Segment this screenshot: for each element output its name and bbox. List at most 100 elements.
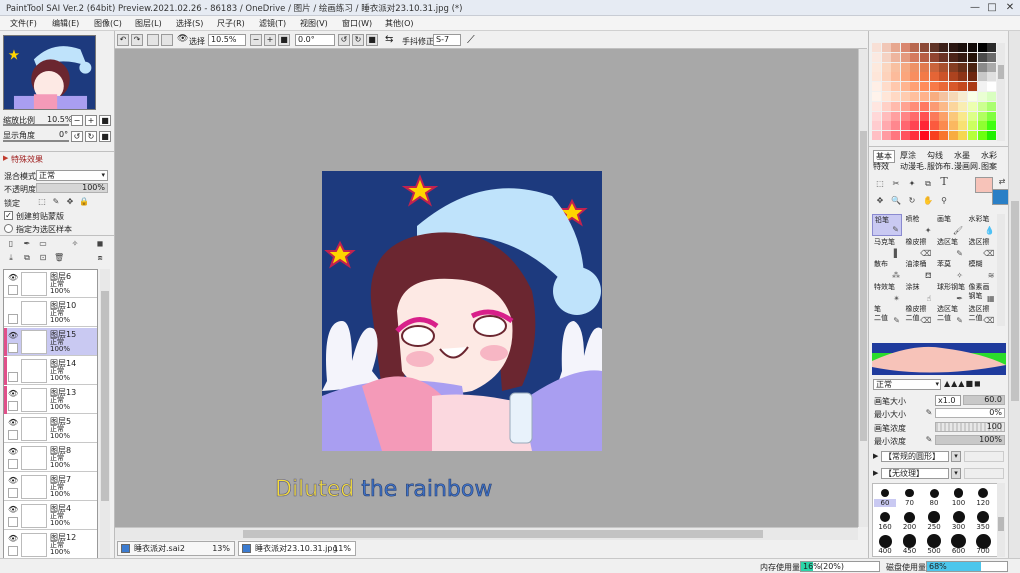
- zoom-reset-button[interactable]: ■: [99, 115, 111, 126]
- toolbar-rotate-right[interactable]: ↻: [352, 34, 364, 46]
- color-swatch[interactable]: [939, 101, 949, 111]
- effects-header[interactable]: 特殊效果: [11, 154, 43, 165]
- brush-tool[interactable]: 橡皮擦 二值 ⌫: [904, 304, 934, 326]
- brush-size-scrollbar[interactable]: [997, 483, 1005, 557]
- chevron-down-icon[interactable]: ▾: [951, 468, 961, 479]
- color-swatch[interactable]: [987, 82, 997, 92]
- brush-tool[interactable]: 铅笔 ✎: [872, 214, 902, 236]
- color-swatch[interactable]: [920, 82, 929, 92]
- layer-row[interactable]: 👁 图层4 正常 100%: [4, 502, 97, 530]
- color-swatch[interactable]: [939, 92, 949, 101]
- tool-tab[interactable]: 特效: [873, 161, 899, 172]
- menu-layer[interactable]: 图层(L): [135, 18, 162, 29]
- brush-size-scroll-thumb[interactable]: [998, 517, 1004, 531]
- menu-view[interactable]: 视图(V): [300, 18, 328, 29]
- brush-size-dot[interactable]: [978, 488, 988, 498]
- color-swatch[interactable]: [891, 111, 901, 121]
- eye-icon[interactable]: 👁: [8, 273, 18, 283]
- eye-icon[interactable]: 👁: [8, 331, 18, 341]
- expand-arrow-icon[interactable]: ▶: [873, 452, 878, 460]
- toolbar-rotate-left[interactable]: ↺: [338, 34, 350, 46]
- eye-icon[interactable]: 👁: [8, 418, 18, 428]
- color-swatch[interactable]: [977, 62, 987, 72]
- tool-tab[interactable]: 勾线: [927, 150, 943, 161]
- color-swatch[interactable]: [948, 101, 958, 111]
- color-swatch[interactable]: [891, 72, 901, 82]
- color-swatch[interactable]: [977, 111, 987, 121]
- color-swatch[interactable]: [977, 101, 987, 111]
- color-swatch[interactable]: [968, 121, 977, 131]
- color-swatch[interactable]: [920, 121, 929, 131]
- rotate-slider[interactable]: [3, 140, 69, 142]
- text-tool-icon[interactable]: T: [939, 176, 949, 187]
- color-swatch[interactable]: [920, 43, 929, 52]
- color-swatch[interactable]: [891, 62, 901, 72]
- layer-scrollbar[interactable]: [100, 269, 110, 569]
- zoom-slider[interactable]: [3, 124, 69, 126]
- brush-size-slider[interactable]: 60.0: [963, 395, 1005, 405]
- color-swatch[interactable]: [987, 92, 997, 101]
- brush-tool[interactable]: 选区笔 二值 ✎: [935, 304, 965, 326]
- color-swatch[interactable]: [948, 121, 958, 131]
- color-swatch[interactable]: [958, 72, 968, 82]
- eye-icon[interactable]: 👁: [8, 476, 18, 486]
- color-swatch[interactable]: [881, 101, 891, 111]
- color-swatch[interactable]: [958, 111, 968, 121]
- color-swatch[interactable]: [929, 111, 939, 121]
- brush-texture-select[interactable]: 【无纹理】: [881, 468, 949, 479]
- layer-row[interactable]: 👁 图层13 正常 100%: [4, 386, 97, 414]
- color-swatch[interactable]: [891, 101, 901, 111]
- tool-tab[interactable]: 漫画网...: [954, 161, 980, 172]
- merge-down-icon[interactable]: ⤓: [6, 253, 16, 263]
- color-swatch[interactable]: [872, 82, 881, 92]
- brush-tool[interactable]: 选区笔 ✎: [935, 237, 965, 259]
- invert-selection-icon[interactable]: [161, 34, 173, 46]
- pressure-icon[interactable]: ✎: [924, 435, 934, 445]
- rotate-left-button[interactable]: ↺: [71, 131, 83, 142]
- navigator-thumbnail[interactable]: [3, 35, 96, 110]
- eye-icon[interactable]: 👁: [8, 534, 18, 544]
- lock-pixels-icon[interactable]: ⬚: [37, 197, 47, 207]
- toolbar-zoom-reset[interactable]: ■: [278, 34, 290, 46]
- color-swatch[interactable]: [872, 131, 881, 141]
- color-swatch[interactable]: [939, 62, 949, 72]
- color-swatch[interactable]: [891, 131, 901, 141]
- color-swatch[interactable]: [900, 92, 910, 101]
- color-swatch[interactable]: [920, 92, 929, 101]
- color-swatch[interactable]: [910, 111, 920, 121]
- eye-icon[interactable]: 👁: [8, 389, 18, 399]
- tool-grid-scrollbar[interactable]: [997, 214, 1005, 326]
- menu-filter[interactable]: 滤镜(T): [259, 18, 286, 29]
- color-swatch[interactable]: [920, 101, 929, 111]
- selection-source-radio[interactable]: [4, 224, 13, 233]
- color-swatch[interactable]: [920, 72, 929, 82]
- color-swatch[interactable]: [891, 92, 901, 101]
- brush-tool[interactable]: 画笔 🖌: [935, 214, 965, 236]
- color-swatch[interactable]: [881, 72, 891, 82]
- redo-icon[interactable]: ↷: [131, 34, 143, 46]
- color-swatch[interactable]: [939, 111, 949, 121]
- color-swatch[interactable]: [910, 92, 920, 101]
- tool-tab[interactable]: 水彩: [981, 150, 997, 161]
- color-swatch[interactable]: [958, 62, 968, 72]
- tool-tab[interactable]: 图案: [981, 161, 1007, 172]
- color-swatch[interactable]: [891, 43, 901, 52]
- brush-shape-select[interactable]: 【常规的圆形】: [881, 451, 949, 462]
- color-swatch[interactable]: [987, 111, 997, 121]
- color-swatch[interactable]: [948, 111, 958, 121]
- color-swatch[interactable]: [958, 131, 968, 141]
- color-swatch[interactable]: [910, 72, 920, 82]
- deselect-icon[interactable]: [147, 34, 159, 46]
- rotate-icon[interactable]: ↻: [907, 196, 917, 206]
- min-density-slider[interactable]: 100%: [935, 435, 1005, 445]
- brush-size-dot[interactable]: [928, 511, 940, 523]
- brush-tool[interactable]: 特效笔 ✴: [872, 282, 902, 304]
- hand-icon[interactable]: ✋: [923, 196, 933, 206]
- brush-size-dot[interactable]: [953, 488, 964, 498]
- stabilizer-select[interactable]: S-7: [433, 34, 461, 46]
- color-swatch[interactable]: [872, 62, 881, 72]
- color-swatch[interactable]: [977, 121, 987, 131]
- menu-edit[interactable]: 编辑(E): [52, 18, 79, 29]
- minimize-button[interactable]: —: [968, 1, 982, 14]
- color-swatch[interactable]: [939, 43, 949, 52]
